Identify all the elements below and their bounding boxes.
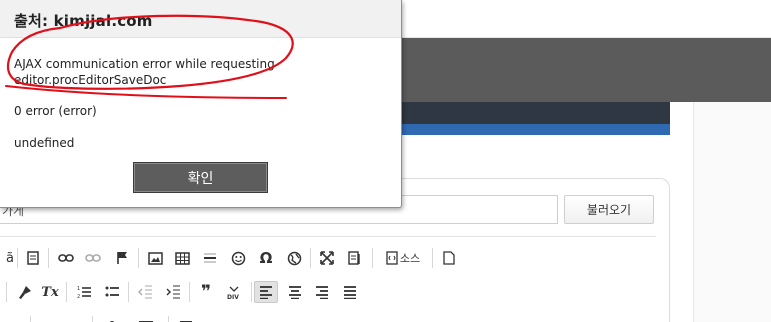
show-blocks-icon-svg	[348, 251, 360, 265]
horizontal-line-icon[interactable]	[200, 247, 220, 269]
toolbar-divider	[251, 282, 252, 302]
toolbar-divider	[138, 248, 139, 268]
unlink-icon-svg	[85, 254, 101, 262]
blockquote-glyph: ❞	[201, 282, 211, 302]
indent-icon-svg	[166, 285, 180, 299]
toolbar-divider	[66, 282, 67, 302]
alert-dialog: 출처: kimjjal.com AJAX communication error…	[0, 0, 402, 208]
image-icon[interactable]	[145, 247, 165, 269]
page-right-sidebar	[693, 102, 771, 322]
maximize-icon-svg	[320, 251, 334, 265]
toolbar-divider	[17, 248, 18, 268]
new-page-icon[interactable]	[439, 247, 459, 269]
horizontal-line-icon-svg	[204, 253, 216, 263]
blockquote-icon[interactable]: ❞	[196, 281, 216, 303]
dialog-message-line-2: editor.procEditorSaveDoc	[14, 73, 167, 87]
globe-icon-svg	[287, 251, 301, 265]
show-blocks-icon[interactable]	[344, 247, 364, 269]
edit-icon[interactable]	[176, 315, 196, 322]
page-gap	[670, 102, 693, 135]
align-left-icon-svg	[260, 285, 272, 299]
align-right-icon[interactable]	[312, 281, 332, 303]
svg-text:DIV: DIV	[227, 294, 239, 300]
text-color-icon[interactable]: A	[102, 315, 122, 322]
ok-button[interactable]: 확인	[133, 162, 268, 193]
paste-text-icon-svg	[27, 251, 39, 265]
toolbar-divider	[30, 316, 31, 322]
table-icon[interactable]	[172, 247, 192, 269]
font-size-select[interactable]: 12	[38, 315, 68, 322]
dialog-message: AJAX communication error while requestin…	[14, 56, 314, 88]
outdent-icon-svg	[137, 285, 152, 299]
align-justify-icon[interactable]	[340, 281, 360, 303]
emoticon-icon[interactable]	[228, 247, 248, 269]
image-icon-svg	[147, 251, 163, 265]
special-char-icon[interactable]: Ω	[256, 247, 276, 269]
svg-text:1: 1	[77, 286, 80, 292]
remove-format-glyph: Tx	[41, 284, 59, 300]
svg-text:2: 2	[77, 294, 80, 299]
emoticon-icon-svg	[231, 251, 245, 265]
numbered-list-icon-svg: 12	[77, 286, 91, 299]
create-div-icon-svg: DIV	[227, 286, 239, 300]
background-color-icon[interactable]	[136, 315, 156, 322]
dialog-header: 출처: kimjjal.com	[0, 0, 401, 38]
toolbar-divider	[92, 316, 93, 322]
numbered-list-icon[interactable]: 12	[74, 281, 94, 303]
load-draft-button[interactable]: 불러오기	[564, 195, 654, 224]
align-center-icon[interactable]	[285, 281, 305, 303]
globe-icon[interactable]	[284, 247, 304, 269]
toolbar-row-2: Tx 12 ❞ DIV	[0, 281, 656, 303]
bullet-list-icon-svg	[105, 286, 119, 297]
align-left-icon[interactable]	[254, 281, 278, 303]
source-icon	[386, 251, 398, 265]
unlink-icon[interactable]	[83, 247, 103, 269]
font-style-glyph: ã	[6, 250, 14, 266]
outdent-icon[interactable]	[135, 281, 155, 303]
align-right-icon-svg	[316, 285, 328, 299]
anchor-flag-icon-svg	[117, 252, 127, 264]
source-button[interactable]: 소스	[380, 247, 426, 269]
source-label: 소스	[399, 252, 421, 265]
toolbar-divider	[310, 248, 311, 268]
format-painter-icon[interactable]	[14, 281, 34, 303]
toolbar-divider	[168, 316, 169, 322]
bullet-list-icon[interactable]	[102, 281, 122, 303]
remove-format-icon[interactable]: Tx	[40, 281, 60, 303]
new-page-icon-svg	[443, 251, 455, 265]
toolbar-divider	[189, 282, 190, 302]
maximize-icon[interactable]	[317, 247, 337, 269]
omega-glyph: Ω	[259, 249, 273, 267]
anchor-flag-icon[interactable]	[112, 247, 132, 269]
link-icon-svg	[58, 254, 74, 262]
toolbar-divider	[6, 282, 7, 302]
indent-icon[interactable]	[163, 281, 183, 303]
dialog-message-line-1: AJAX communication error while requestin…	[14, 57, 275, 71]
align-center-icon-svg	[289, 285, 301, 299]
toolbar-divider	[432, 248, 433, 268]
create-div-icon[interactable]: DIV	[224, 281, 244, 303]
dialog-title: 출처: kimjjal.com	[14, 12, 153, 30]
table-icon-svg	[174, 251, 190, 265]
toolbar-divider	[128, 282, 129, 302]
dialog-detail-text: undefined	[14, 136, 75, 150]
toolbar-row-3: 12 A	[0, 315, 656, 322]
paste-text-icon[interactable]	[23, 247, 43, 269]
link-icon[interactable]	[56, 247, 76, 269]
toolbar-divider	[48, 248, 49, 268]
format-painter-icon-svg	[18, 285, 31, 299]
align-justify-icon-svg	[344, 285, 356, 299]
editor-toolbar: ã Ω 소스 Tx 1 2 ❞ DIV	[0, 236, 656, 322]
dialog-error-text: 0 error (error)	[14, 104, 97, 118]
toolbar-row-1: ã Ω 소스	[0, 247, 656, 269]
toolbar-divider	[372, 248, 373, 268]
